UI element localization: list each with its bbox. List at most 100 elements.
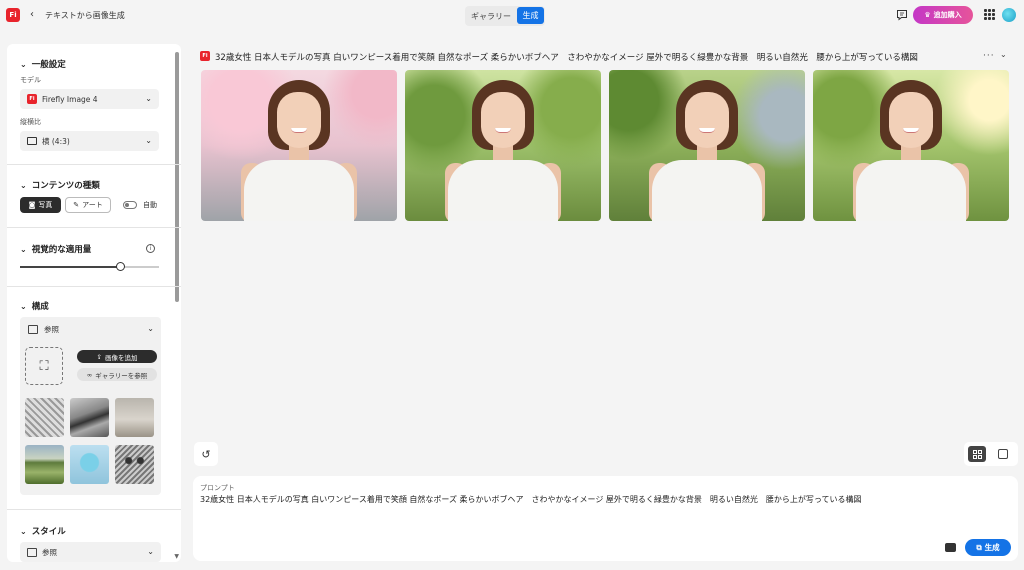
firefly-badge-icon: Fi	[200, 51, 210, 61]
result-prompt-heading: 32歳女性 日本人モデルの写真 白いワンピース着用で笑顔 自然なポーズ 柔らかい…	[215, 53, 918, 63]
divider	[7, 286, 181, 287]
single-view-icon[interactable]	[998, 449, 1008, 459]
sidebar-scrollbar[interactable]	[175, 52, 179, 302]
avatar[interactable]	[1002, 8, 1016, 22]
scroll-down-arrow-icon[interactable]: ▼	[174, 553, 179, 560]
general-settings-title: 一般設定	[31, 60, 66, 70]
reference-label: 参照	[44, 324, 59, 334]
composition-thumbnail-owl-sketch[interactable]	[115, 445, 154, 484]
upload-icon: ⇪	[96, 352, 102, 361]
style-reference-label: 参照	[42, 547, 57, 557]
model-value: Firefly Image 4	[42, 94, 98, 104]
reference-image-icon	[27, 547, 37, 557]
history-icon: ↺	[201, 447, 211, 461]
composition-thumbnail-sketch-bird[interactable]	[25, 398, 64, 437]
aspect-ratio-label: 縦横比	[20, 118, 41, 126]
binoculars-icon: ∞	[86, 370, 93, 379]
tab-gallery[interactable]: ギャラリー	[470, 9, 512, 23]
firefly-logo[interactable]: Fi	[6, 8, 20, 22]
upload-image-dropzone[interactable]: ⛶	[25, 347, 63, 385]
composition-reference-select[interactable]: 参照 ⌄	[20, 317, 161, 341]
browse-gallery-button[interactable]: ∞ ギャラリーを参照	[77, 368, 157, 381]
aspect-ratio-value: 横 (4:3)	[42, 136, 70, 146]
composition-header[interactable]: ⌄ 構成	[20, 300, 49, 313]
divider	[7, 227, 181, 228]
composition-title: 構成	[31, 302, 49, 312]
prompt-input[interactable]: 32歳女性 日本人モデルの写真 白いワンピース着用で笑顔 自然なポーズ 柔らかい…	[200, 494, 1000, 505]
portrait-figure	[438, 70, 568, 221]
apps-grid-icon[interactable]	[984, 9, 995, 20]
add-image-label: 画像を追加	[104, 353, 138, 362]
composition-thumbnail-blue-sphere[interactable]	[70, 445, 109, 484]
art-label: アート	[82, 201, 103, 209]
portrait-figure	[234, 70, 364, 221]
buy-more-label: 追加購入	[933, 11, 962, 19]
visual-intensity-title: 視覚的な適用量	[31, 245, 92, 255]
divider	[7, 164, 181, 165]
general-settings-header[interactable]: ⌄ 一般設定	[20, 58, 66, 71]
top-bar: Fi ‹ テキストから画像生成 ギャラリー 生成 ♛ 追加購入	[0, 0, 1024, 32]
buy-more-button[interactable]: ♛ 追加購入	[913, 6, 973, 24]
aspect-ratio-select[interactable]: 横 (4:3) ⌄	[20, 131, 159, 151]
result-image-1[interactable]	[201, 70, 397, 221]
collapse-chevron-icon[interactable]: ⌄	[1000, 50, 1007, 59]
result-image-2[interactable]	[405, 70, 601, 221]
auto-label: 自動	[143, 201, 157, 209]
style-header[interactable]: ⌄ スタイル	[20, 525, 66, 538]
image-upload-icon: ⛶	[39, 358, 49, 374]
style-title: スタイル	[31, 527, 66, 537]
divider	[7, 509, 181, 510]
prompt-panel[interactable]: プロンプト 32歳女性 日本人モデルの写真 白いワンピース着用で笑顔 自然なポー…	[193, 476, 1018, 561]
generate-icon: ⧉	[976, 542, 982, 552]
tab-generate[interactable]: 生成	[517, 7, 544, 24]
auto-toggle[interactable]	[123, 201, 137, 209]
visual-intensity-header[interactable]: ⌄ 視覚的な適用量	[20, 243, 92, 256]
generate-label: 生成	[984, 543, 1000, 552]
visual-intensity-slider[interactable]	[20, 262, 159, 271]
app-title: テキストから画像生成	[45, 11, 125, 20]
portrait-figure	[642, 70, 772, 221]
composition-thumbnail-living-room[interactable]	[115, 398, 154, 437]
back-arrow-icon[interactable]: ‹	[30, 9, 40, 21]
view-mode-toggle	[964, 442, 1018, 466]
composition-thumbnail-green-road[interactable]	[25, 445, 64, 484]
chevron-down-icon: ⌄	[20, 244, 27, 254]
feedback-icon[interactable]	[896, 9, 908, 21]
style-reference-select[interactable]: 参照 ⌄	[20, 542, 161, 562]
portrait-figure	[846, 70, 976, 221]
crown-icon: ♛	[924, 11, 931, 19]
content-type-header[interactable]: ⌄ コンテンツの種類	[20, 179, 100, 192]
grid-view-icon[interactable]	[968, 446, 986, 462]
result-image-4[interactable]	[813, 70, 1009, 221]
reference-image-icon	[28, 324, 38, 334]
content-type-art-button[interactable]: ✎ アート	[65, 197, 111, 213]
composition-panel: 参照 ⌄ ⛶ ⇪ 画像を追加 ∞ ギャラリーを参照	[20, 317, 161, 495]
chevron-down-icon: ⌄	[20, 526, 27, 536]
chevron-down-icon: ⌄	[147, 547, 154, 556]
add-image-button[interactable]: ⇪ 画像を追加	[77, 350, 157, 363]
chevron-down-icon: ⌄	[147, 324, 154, 333]
browse-gallery-label: ギャラリーを参照	[95, 371, 148, 380]
photo-label: 写真	[38, 201, 53, 209]
chevron-down-icon: ⌄	[145, 136, 152, 145]
chevron-down-icon: ⌄	[20, 59, 27, 69]
media-icon[interactable]	[945, 543, 956, 552]
slider-thumb[interactable]	[115, 262, 125, 271]
composition-thumbnail-mountain-landscape[interactable]	[70, 398, 109, 437]
info-icon[interactable]: i	[146, 244, 155, 253]
model-select[interactable]: Fi Firefly Image 4 ⌄	[20, 89, 159, 109]
content-type-photo-button[interactable]: ◙ 写真	[20, 197, 61, 213]
brush-icon: ✎	[73, 201, 80, 209]
more-options-icon[interactable]: ···	[983, 51, 995, 61]
model-label: モデル	[20, 76, 41, 84]
result-image-3[interactable]	[609, 70, 805, 221]
mode-switch: ギャラリー 生成	[465, 6, 545, 26]
firefly-model-icon: Fi	[27, 94, 37, 104]
generate-button[interactable]: ⧉ 生成	[965, 539, 1011, 556]
landscape-ratio-icon	[27, 137, 37, 145]
slider-fill	[20, 266, 121, 268]
chevron-down-icon: ⌄	[20, 180, 27, 190]
history-button[interactable]: ↺	[194, 442, 218, 466]
content-type-title: コンテンツの種類	[31, 181, 100, 191]
prompt-label: プロンプト	[200, 484, 235, 492]
